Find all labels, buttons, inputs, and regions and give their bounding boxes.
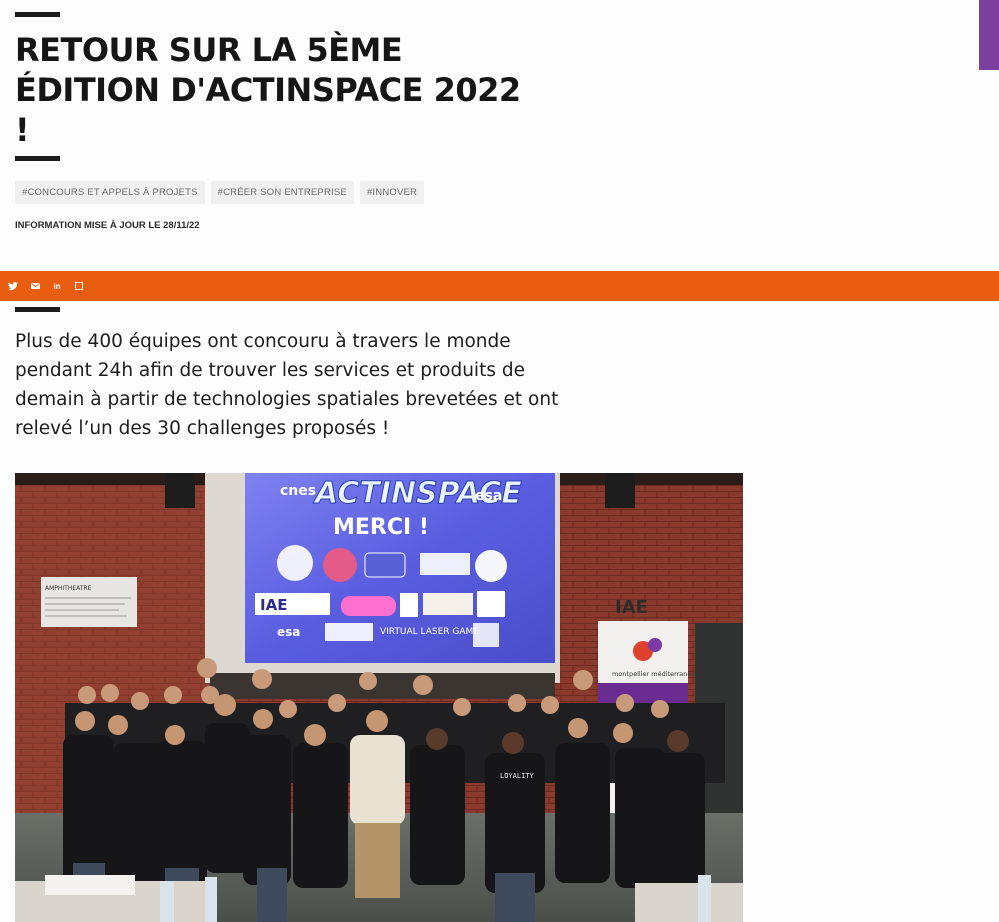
door-sign-text: AMPHITHEATRE [45, 585, 92, 592]
lead-rule [15, 307, 60, 312]
lead-paragraph: Plus de 400 équipes ont concouru à trave… [15, 331, 559, 439]
tag-creer-entreprise[interactable]: #CRÉER SON ENTREPRISE [210, 181, 354, 204]
screen-subtitle: MERCI ! [333, 515, 429, 540]
esa-logo: esa [475, 488, 502, 504]
tag-list: #CONCOURS ET APPELS À PROJETS #CRÉER SON… [15, 181, 425, 204]
tag-innover[interactable]: #INNOVER [359, 181, 425, 204]
water-bottle [160, 881, 174, 922]
iae-sign: IAE [615, 597, 648, 618]
title-rule-top [15, 12, 60, 17]
linkedin-icon[interactable]: in [51, 280, 63, 292]
esa-logo-2: esa [277, 625, 300, 639]
side-tab[interactable] [979, 0, 999, 70]
tag-concours[interactable]: #CONCOURS ET APPELS À PROJETS [15, 181, 205, 204]
iae-logo-screen: IAE [260, 596, 287, 614]
cnes-logo: cnes [280, 483, 316, 499]
share-bar: in [0, 271, 999, 301]
title-rule-bottom [15, 156, 60, 161]
page-title: RETOUR SUR LA 5ÈME ÉDITION D'ACTINSPACE … [15, 31, 521, 149]
twitter-icon[interactable] [7, 280, 19, 292]
event-photo: cnes ACTINSPACE esa MERCI ! IAE esa VIRT… [15, 473, 743, 922]
email-icon[interactable] [29, 280, 41, 292]
shirt-text: LOYALITY [500, 772, 535, 780]
copy-link-icon[interactable] [73, 280, 85, 292]
update-date: INFORMATION MISE À JOUR LE 28/11/22 [15, 220, 200, 231]
virtual-laser-game: VIRTUAL LASER GAME [380, 627, 479, 637]
